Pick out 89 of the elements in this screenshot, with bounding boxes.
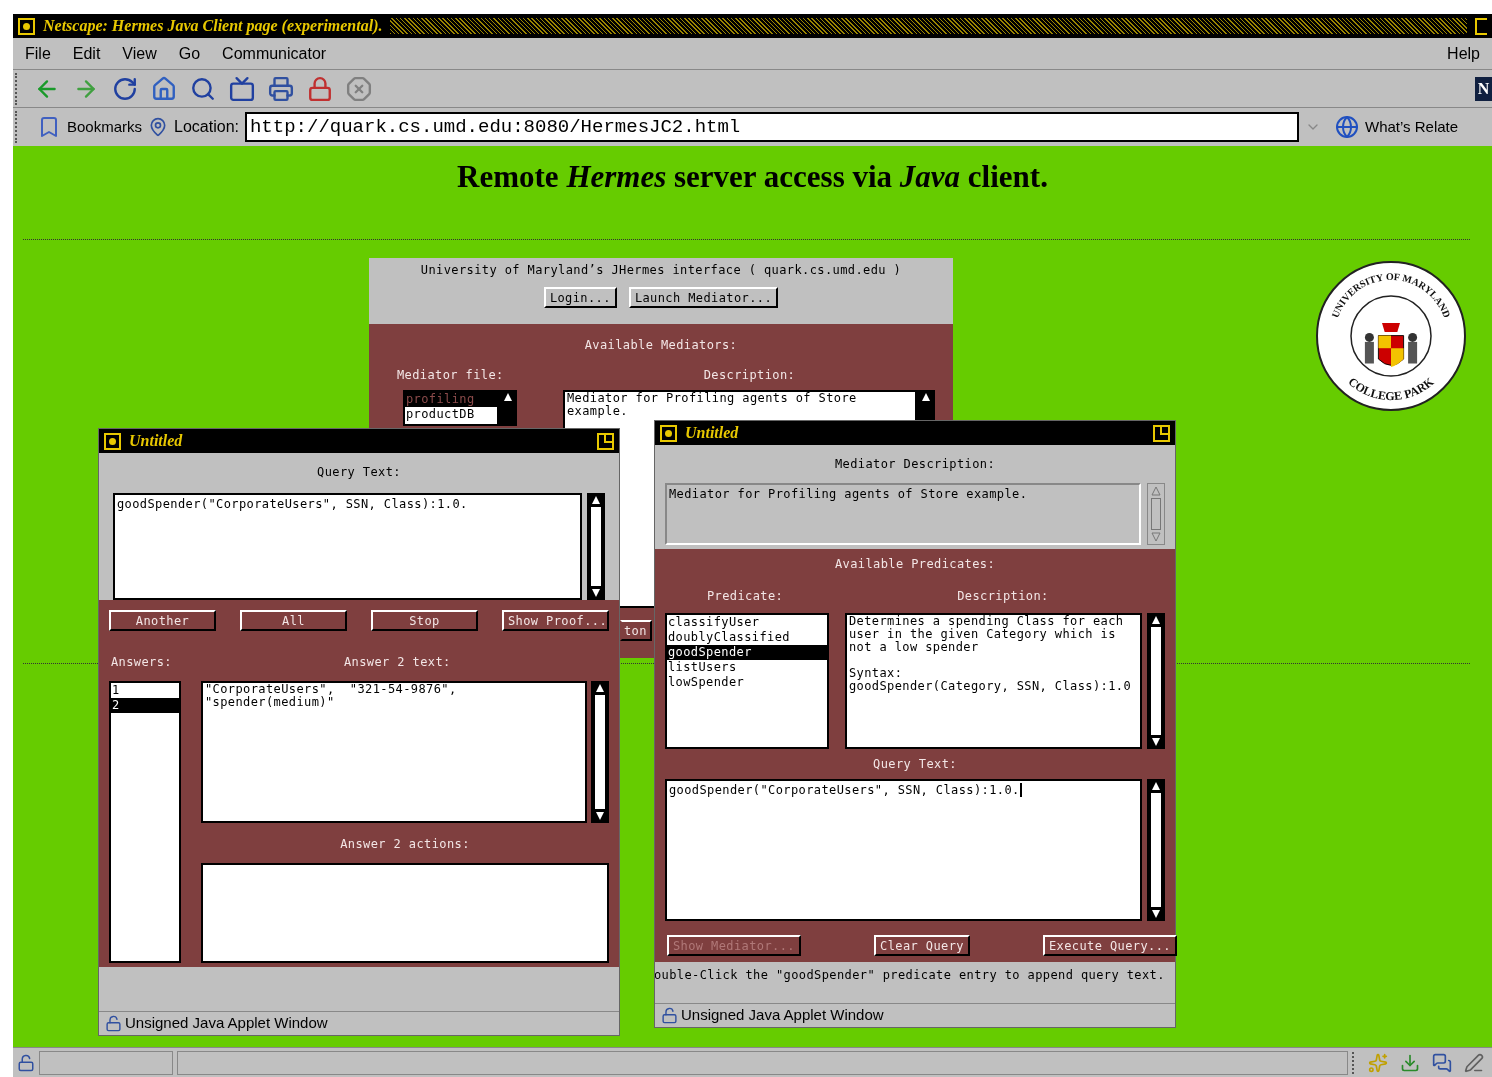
answer-text-area[interactable]: "CorporateUsers", "321-54-9876", "spender(medium)" bbox=[201, 681, 587, 823]
text-cursor bbox=[1019, 783, 1022, 797]
scroll-down-icon[interactable] bbox=[591, 588, 601, 598]
section-label: Query Text: bbox=[317, 464, 401, 481]
status-text: Unsigned Java Applet Window bbox=[681, 1005, 884, 1026]
bookmarks-button[interactable]: Bookmarks bbox=[67, 115, 143, 139]
window-title: Untitled bbox=[685, 423, 740, 443]
column-label: Description: bbox=[703, 367, 796, 384]
button[interactable]: Execute Query... bbox=[1043, 935, 1177, 956]
button[interactable]: Clear Query bbox=[874, 935, 970, 956]
list-item[interactable]: productDB bbox=[405, 407, 497, 422]
chat-icon[interactable] bbox=[1432, 1052, 1452, 1073]
security-icon[interactable] bbox=[17, 1053, 35, 1072]
section-label: Available Mediators: bbox=[584, 337, 738, 354]
scrollbar[interactable] bbox=[917, 390, 935, 420]
button[interactable]: Launch Mediator... bbox=[628, 287, 779, 308]
button[interactable]: All bbox=[240, 610, 347, 631]
scrollbar[interactable] bbox=[1147, 779, 1165, 921]
list-item[interactable]: 2 bbox=[111, 698, 179, 713]
unlocked-icon bbox=[661, 1007, 678, 1024]
scroll-up-icon[interactable] bbox=[1151, 781, 1161, 791]
list-item[interactable]: classifyUser bbox=[667, 615, 827, 630]
globe-icon[interactable] bbox=[1334, 115, 1359, 139]
menu-item[interactable]: Help bbox=[1447, 41, 1480, 66]
scroll-up-icon[interactable] bbox=[595, 683, 605, 693]
window-menu-icon[interactable] bbox=[18, 17, 35, 35]
button[interactable]: Stop bbox=[371, 610, 478, 631]
column-label: Answers: bbox=[111, 654, 172, 671]
query-text-area[interactable]: goodSpender("CorporateUsers", SSN, Class):1.0. bbox=[113, 493, 582, 600]
search-icon[interactable] bbox=[190, 75, 216, 102]
scrollbar[interactable] bbox=[1147, 613, 1165, 749]
list-item[interactable]: 1 bbox=[111, 683, 179, 698]
scroll-down-icon[interactable] bbox=[1151, 909, 1161, 919]
menu-item[interactable]: Edit bbox=[72, 41, 101, 66]
maximize-icon[interactable] bbox=[1475, 17, 1487, 35]
scroll-up-icon[interactable] bbox=[1151, 615, 1161, 625]
section-label: Answer 2 actions: bbox=[340, 836, 470, 853]
column-label: Answer 2 text: bbox=[344, 654, 451, 671]
window-menu-icon[interactable] bbox=[660, 424, 677, 442]
button[interactable]: Login... bbox=[543, 287, 617, 308]
scroll-up-icon[interactable] bbox=[591, 495, 601, 505]
netscape-logo: N bbox=[1475, 76, 1492, 101]
column-label: Predicate: bbox=[707, 588, 784, 605]
reload-icon[interactable] bbox=[112, 75, 138, 102]
button[interactable]: Show Proof... bbox=[502, 610, 609, 631]
query-text: goodSpender("CorporateUsers", SSN, Class):1.0. bbox=[669, 782, 1020, 799]
button[interactable]: Another bbox=[109, 610, 216, 631]
hint-text: ouble-Click the "goodSpender" predicate entry to append query text. bbox=[655, 967, 1166, 984]
whats-related-button[interactable]: What’s Relate bbox=[1364, 115, 1459, 139]
actions-box[interactable] bbox=[201, 863, 609, 963]
scroll-up-icon[interactable] bbox=[503, 392, 513, 402]
window-title: Netscape: Hermes Java Client page (experimental). bbox=[43, 16, 383, 37]
scroll-up-icon[interactable] bbox=[921, 392, 931, 402]
page-heading: Remote Hermes server access via Java client. bbox=[456, 158, 1049, 196]
scrollbar[interactable] bbox=[591, 681, 609, 823]
menu-item[interactable]: Go bbox=[178, 41, 201, 66]
scrollbar[interactable] bbox=[499, 390, 517, 426]
home-icon[interactable] bbox=[151, 75, 177, 102]
button[interactable]: ton bbox=[620, 620, 652, 641]
mediator-description-box: Mediator for Profiling agents of Store example. bbox=[665, 483, 1141, 545]
scroll-down-icon[interactable] bbox=[1151, 737, 1161, 747]
menu-item[interactable]: File bbox=[25, 41, 51, 66]
scroll-down-icon[interactable] bbox=[595, 811, 605, 821]
maximize-icon[interactable] bbox=[1153, 424, 1170, 442]
section-label: Query Text: bbox=[873, 756, 957, 773]
predicate-description-box: Determines a spending Class for each user in the given Category which is not a low spender Syntax: goodSpender(Category, SSN, Class):1.0 bbox=[845, 613, 1142, 749]
menu-item[interactable]: Communicator bbox=[222, 41, 327, 66]
menu-item[interactable]: View bbox=[122, 41, 157, 66]
unlocked-icon bbox=[105, 1015, 122, 1032]
window-menu-icon[interactable] bbox=[104, 432, 121, 450]
list-item[interactable]: goodSpender bbox=[667, 645, 827, 660]
seal-emblem-drawing bbox=[1364, 323, 1418, 368]
pen-icon[interactable] bbox=[1464, 1052, 1484, 1073]
list-item[interactable]: lowSpender bbox=[667, 675, 827, 690]
maximize-icon[interactable] bbox=[597, 432, 614, 450]
list-item[interactable]: doublyClassified bbox=[667, 630, 827, 645]
list-item[interactable]: listUsers bbox=[667, 660, 827, 675]
tv-icon[interactable] bbox=[229, 75, 255, 102]
scrollbar[interactable] bbox=[587, 493, 605, 600]
url-field[interactable]: http://quark.cs.umd.edu:8080/HermesJC2.html bbox=[244, 112, 1299, 142]
lock-icon[interactable] bbox=[307, 75, 333, 102]
location-label: Location: bbox=[174, 117, 239, 137]
status-text: Unsigned Java Applet Window bbox=[125, 1013, 328, 1034]
query-text-area[interactable]: goodSpender("CorporateUsers", SSN, Class):1.0. bbox=[665, 779, 1142, 921]
column-label: Mediator file: bbox=[397, 367, 504, 384]
column-label: Description: bbox=[957, 588, 1049, 605]
applet-title: University of Maryland’s JHermes interface ( quark.cs.umd.edu ) bbox=[420, 262, 902, 279]
printer-icon[interactable] bbox=[268, 75, 294, 102]
window-title: Untitled bbox=[129, 431, 184, 451]
